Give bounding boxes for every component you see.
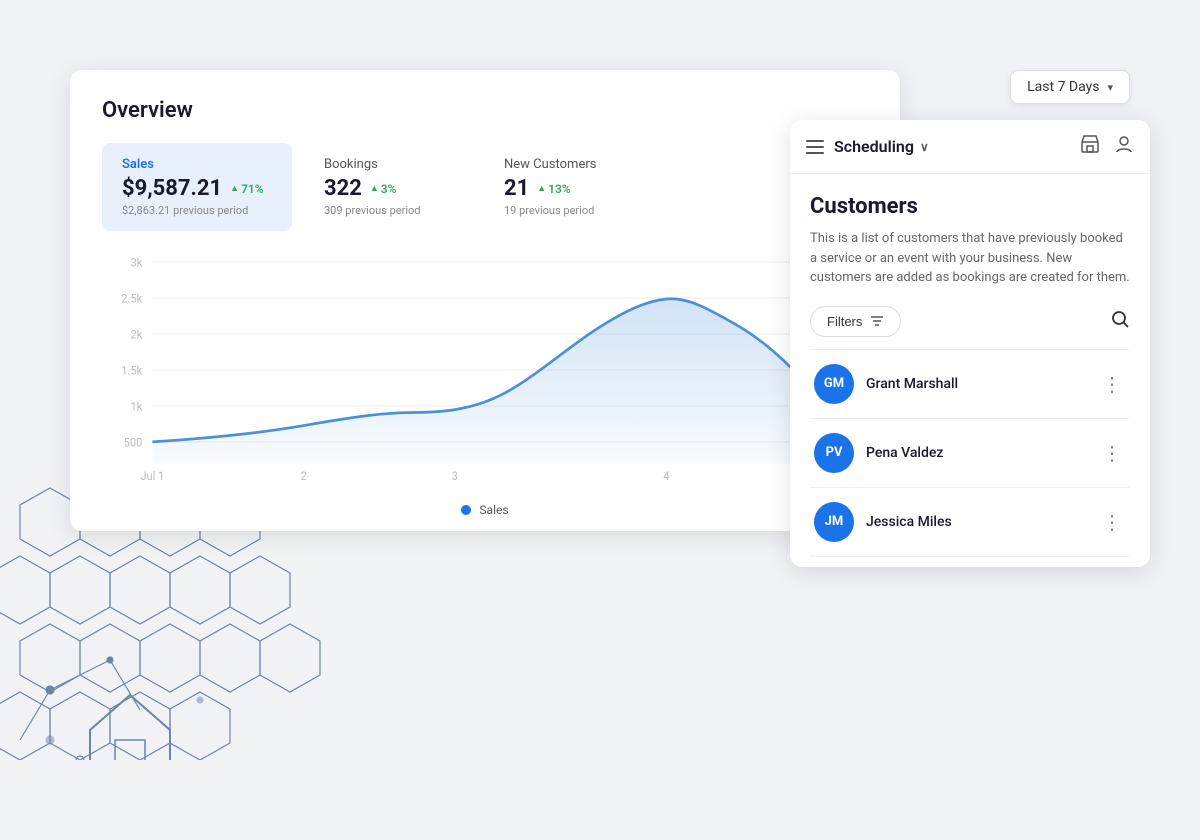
filters-label: Filters (827, 314, 862, 329)
customers-card: Scheduling ∨ (790, 120, 1150, 567)
scheduling-chevron-icon: ∨ (920, 140, 929, 154)
chart-svg: 3k 2.5k 2k 1.5k 1k 500 Jul 1 (102, 251, 868, 491)
metric-sales-label: Sales (122, 157, 272, 172)
metric-newcust-value: 21 (504, 176, 529, 201)
chart-area: 3k 2.5k 2k 1.5k 1k 500 Jul 1 (102, 251, 868, 531)
customer-more-icon-2[interactable]: ⋮ (1098, 508, 1126, 536)
customer-item-1[interactable]: PV Pena Valdez ⋮ (810, 419, 1130, 488)
filters-button[interactable]: Filters (810, 306, 901, 337)
svg-text:3k: 3k (130, 255, 142, 270)
customer-name-2: Jessica Miles (866, 514, 952, 530)
metric-bookings-badge: 3% (370, 182, 397, 196)
svg-text:2k: 2k (130, 327, 142, 342)
svg-text:500: 500 (124, 435, 143, 450)
chart-legend-label: Sales (479, 503, 508, 517)
metric-bookings-prev: 309 previous period (324, 204, 456, 217)
scheduling-label: Scheduling ∨ (834, 137, 929, 156)
metric-sales[interactable]: Sales $9,587.21 71% $2,863.21 previous p… (102, 143, 292, 231)
customer-name-1: Pena Valdez (866, 445, 943, 461)
legend-dot-sales (461, 505, 471, 515)
customers-title: Customers (810, 194, 1130, 219)
svg-text:2.5k: 2.5k (121, 291, 142, 306)
search-icon[interactable] (1110, 309, 1130, 334)
metric-bookings-label: Bookings (324, 157, 456, 172)
metrics-row: Sales $9,587.21 71% $2,863.21 previous p… (102, 143, 868, 231)
customer-more-icon-0[interactable]: ⋮ (1098, 370, 1126, 398)
svg-text:Jul 1: Jul 1 (140, 469, 164, 484)
store-icon[interactable] (1080, 134, 1100, 159)
metric-bookings-value: 322 (324, 176, 362, 201)
customers-body: Customers This is a list of customers th… (790, 174, 1150, 567)
svg-text:2: 2 (300, 469, 307, 484)
customer-item-2[interactable]: JM Jessica Miles ⋮ (810, 488, 1130, 557)
filters-row: Filters (810, 306, 1130, 337)
overview-title: Overview (102, 98, 868, 123)
svg-text:3: 3 (452, 469, 458, 484)
date-filter-dropdown[interactable]: Last 7 Days ▾ (1010, 70, 1130, 104)
customer-list: GM Grant Marshall ⋮ PV Pena Valdez ⋮ JM (810, 349, 1130, 557)
customers-description: This is a list of customers that have pr… (810, 229, 1130, 288)
customer-avatar-1: PV (814, 433, 854, 473)
metric-bookings[interactable]: Bookings 322 3% 309 previous period (304, 143, 484, 231)
overview-card: Overview Sales $9,587.21 71% $2,863.21 p… (70, 70, 900, 531)
metric-sales-prev: $2,863.21 previous period (122, 204, 272, 217)
svg-text:4: 4 (663, 469, 670, 484)
svg-text:1k: 1k (130, 399, 142, 414)
metric-sales-value: $9,587.21 (122, 176, 222, 201)
date-filter-label: Last 7 Days (1027, 79, 1099, 95)
customer-name-0: Grant Marshall (866, 376, 958, 392)
metric-newcust-label: New Customers (504, 157, 636, 172)
metric-newcust-badge: 13% (537, 182, 571, 196)
metric-newcust-prev: 19 previous period (504, 204, 636, 217)
chevron-down-icon: ▾ (1107, 81, 1113, 94)
header-icons (1080, 134, 1134, 159)
filter-icon (870, 314, 884, 328)
customer-avatar-0: GM (814, 364, 854, 404)
metric-new-customers[interactable]: New Customers 21 13% 19 previous period (484, 143, 664, 231)
customer-item-0[interactable]: GM Grant Marshall ⋮ (810, 350, 1130, 419)
hamburger-menu-icon[interactable] (806, 140, 824, 154)
customer-more-icon-1[interactable]: ⋮ (1098, 439, 1126, 467)
user-icon[interactable] (1114, 134, 1134, 159)
search-svg (1110, 309, 1130, 329)
svg-text:1.5k: 1.5k (121, 363, 142, 378)
customer-avatar-2: JM (814, 502, 854, 542)
chart-legend: Sales (102, 495, 868, 529)
customers-header-bar: Scheduling ∨ (790, 120, 1150, 174)
metric-sales-badge: 71% (230, 182, 264, 196)
